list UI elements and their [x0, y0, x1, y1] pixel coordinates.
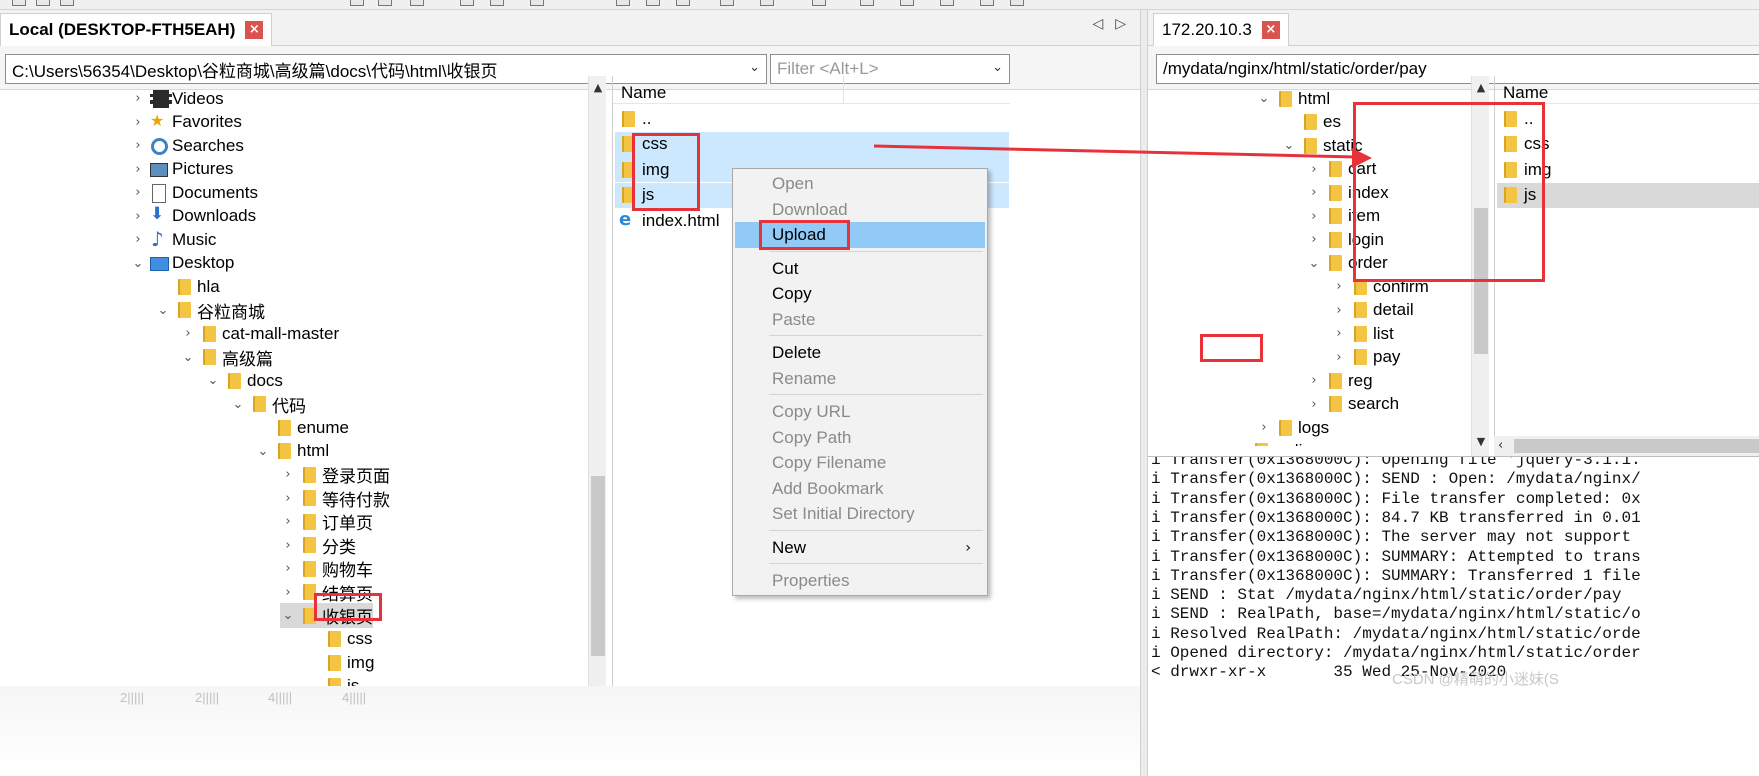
watermark: CSDN @精萌的小迷妹(S: [1392, 671, 1559, 688]
bottom-status-strip: 2||||| 2||||| 4||||| 4|||||: [0, 686, 1140, 776]
bottom-label: 4|||||: [342, 690, 367, 705]
bottom-label: 2|||||: [120, 690, 145, 705]
bottom-label: 4|||||: [268, 690, 293, 705]
bottom-label: 2|||||: [195, 690, 220, 705]
arrow-line: [873, 144, 1357, 159]
arrow-head-icon: [1352, 148, 1372, 168]
annotation-box-current-folder: [314, 593, 382, 621]
annotation-arrow: [873, 144, 1372, 168]
